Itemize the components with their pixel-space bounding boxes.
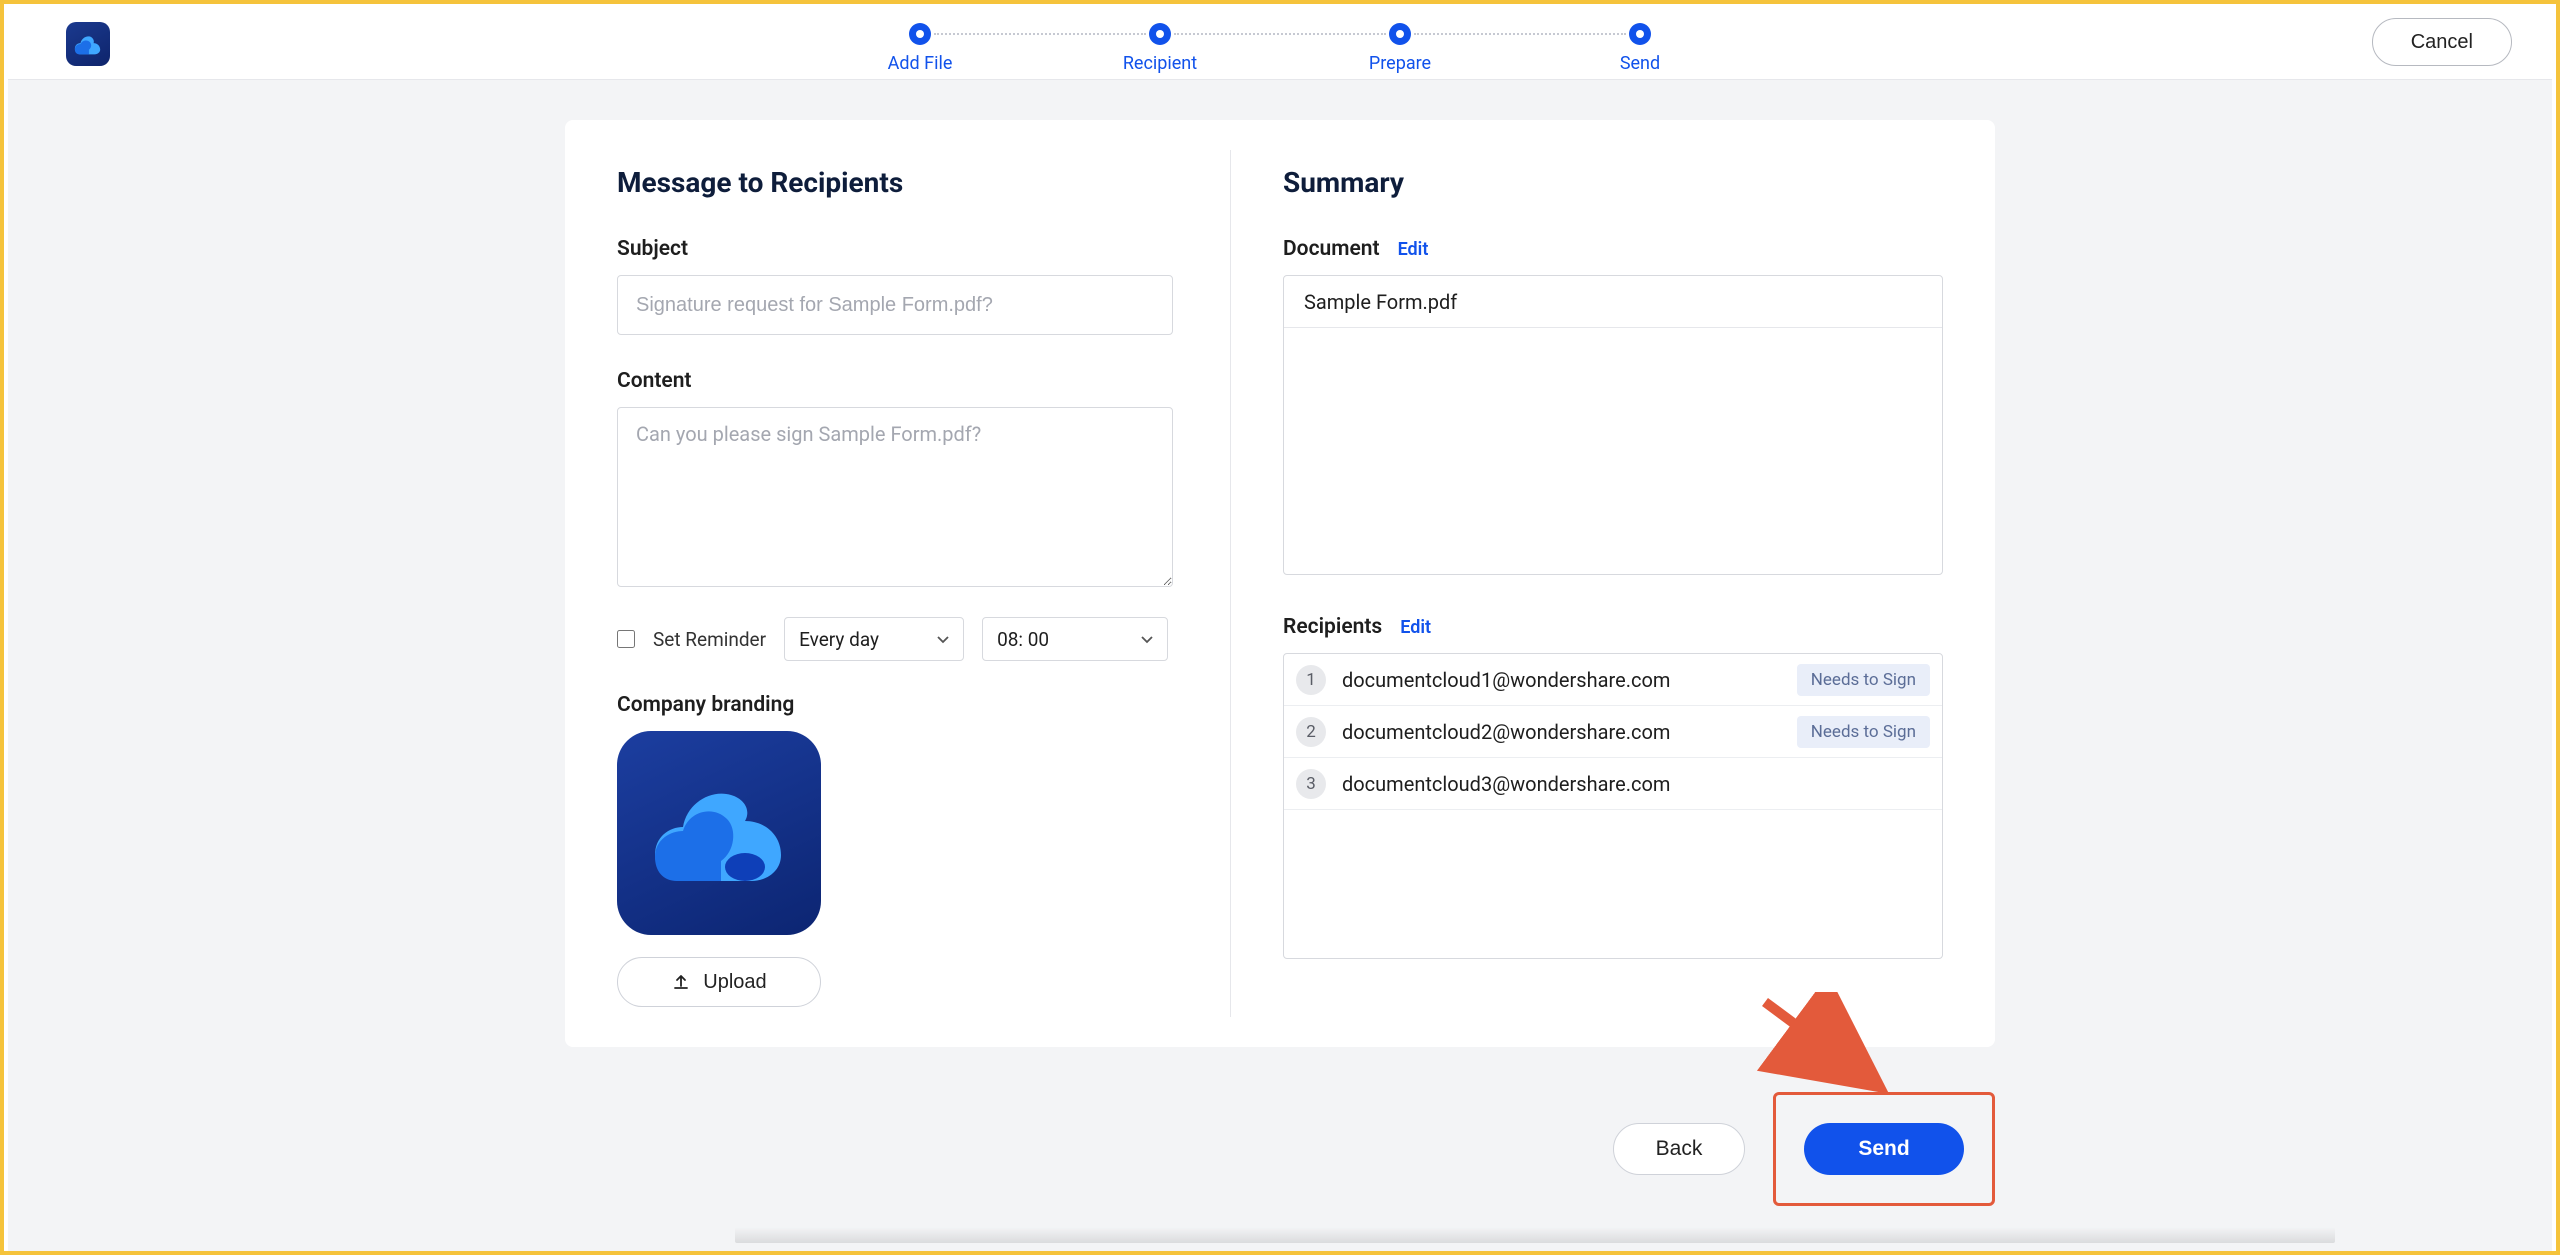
recipient-status-badge: Needs to Sign [1797, 664, 1930, 696]
recipient-number: 2 [1296, 717, 1326, 747]
recipient-number: 1 [1296, 665, 1326, 695]
back-button[interactable]: Back [1613, 1123, 1745, 1175]
bottom-shadow [735, 1227, 2335, 1243]
page-body: Message to Recipients Subject Content Se… [8, 80, 2552, 1251]
content-label: Content [617, 369, 1178, 393]
main-card: Message to Recipients Subject Content Se… [565, 120, 1995, 1047]
content-textarea[interactable] [617, 407, 1173, 587]
recipients-list: 1 documentcloud1@wondershare.com Needs t… [1283, 653, 1943, 959]
step-recipient[interactable]: Recipient [1040, 23, 1280, 74]
recipients-label: Recipients [1283, 615, 1382, 639]
subject-input[interactable] [617, 275, 1173, 335]
step-add-file[interactable]: Add File [800, 23, 1040, 74]
upload-label: Upload [703, 971, 766, 994]
step-send[interactable]: Send [1520, 23, 1760, 74]
document-edit-link[interactable]: Edit [1398, 239, 1429, 260]
reminder-time-select[interactable]: 08: 00 [982, 617, 1168, 661]
cancel-button[interactable]: Cancel [2372, 18, 2512, 66]
step-dot-icon [1149, 23, 1171, 45]
document-label: Document [1283, 237, 1380, 261]
message-title: Message to Recipients [617, 166, 1178, 199]
reminder-frequency-value: Every day [799, 628, 879, 651]
recipient-row: 2 documentcloud2@wondershare.com Needs t… [1284, 706, 1942, 758]
upload-icon [671, 972, 691, 992]
branding-logo-icon [617, 731, 821, 935]
message-panel: Message to Recipients Subject Content Se… [565, 120, 1230, 1047]
step-dot-icon [1389, 23, 1411, 45]
chevron-down-icon [1139, 631, 1155, 647]
step-label: Send [1620, 53, 1660, 74]
footer-buttons: Back Send [1613, 1092, 1995, 1206]
upload-button[interactable]: Upload [617, 957, 821, 1007]
send-highlight-box: Send [1773, 1092, 1995, 1206]
recipient-row: 3 documentcloud3@wondershare.com [1284, 758, 1942, 810]
summary-panel: Summary Document Edit Sample Form.pdf Re… [1231, 120, 1995, 1047]
stepper: Add File Recipient Prepare Send [800, 9, 1760, 74]
set-reminder-label: Set Reminder [653, 628, 766, 651]
branding-label: Company branding [617, 693, 1178, 717]
recipient-email: documentcloud2@wondershare.com [1342, 720, 1781, 744]
summary-title: Summary [1283, 166, 1943, 199]
document-row: Sample Form.pdf [1284, 276, 1942, 328]
reminder-frequency-select[interactable]: Every day [784, 617, 964, 661]
reminder-time-value: 08: 00 [997, 628, 1049, 651]
send-button[interactable]: Send [1804, 1123, 1964, 1175]
recipient-status-badge: Needs to Sign [1797, 716, 1930, 748]
recipient-email: documentcloud3@wondershare.com [1342, 772, 1930, 796]
subject-label: Subject [617, 237, 1178, 261]
header: Add File Recipient Prepare Send Cancel [8, 4, 2552, 80]
recipients-edit-link[interactable]: Edit [1400, 617, 1431, 638]
document-name: Sample Form.pdf [1304, 290, 1457, 314]
recipient-email: documentcloud1@wondershare.com [1342, 668, 1781, 692]
recipient-row: 1 documentcloud1@wondershare.com Needs t… [1284, 654, 1942, 706]
step-prepare[interactable]: Prepare [1280, 23, 1520, 74]
app-logo-icon [66, 22, 110, 66]
document-list: Sample Form.pdf [1283, 275, 1943, 575]
step-dot-icon [909, 23, 931, 45]
chevron-down-icon [935, 631, 951, 647]
step-label: Add File [888, 53, 953, 74]
recipient-number: 3 [1296, 769, 1326, 799]
step-dot-icon [1629, 23, 1651, 45]
step-label: Prepare [1369, 53, 1431, 74]
set-reminder-checkbox[interactable] [617, 630, 635, 648]
step-label: Recipient [1123, 53, 1197, 74]
